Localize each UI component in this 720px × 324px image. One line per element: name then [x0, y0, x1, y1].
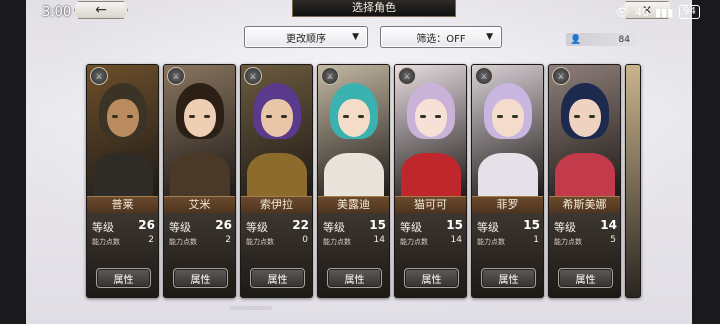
- count-value: 84: [618, 34, 630, 45]
- points-value: 2: [148, 235, 154, 245]
- level-value: 15: [523, 218, 540, 232]
- level-label: 等级: [246, 221, 268, 234]
- character-portrait[interactable]: ⚔: [164, 65, 235, 196]
- character-card[interactable]: ⚔ 艾米 等级 26 能力点数 2 属性: [163, 64, 236, 298]
- points-label: 能力点数: [477, 238, 505, 246]
- character-portrait[interactable]: ⚔: [472, 65, 543, 196]
- character-card[interactable]: ⚔ 希斯美娜 等级 14 能力点数 5 属性: [548, 64, 621, 298]
- points-label: 能力点数: [92, 238, 120, 246]
- character-portrait[interactable]: ⚔: [241, 65, 312, 196]
- level-label: 等级: [477, 221, 499, 234]
- level-label: 等级: [323, 221, 345, 234]
- scroll-indicator[interactable]: [230, 306, 272, 310]
- sort-dropdown[interactable]: 更改顺序 ▼: [244, 26, 368, 48]
- character-stats: 等级 26 能力点数 2 属性: [164, 213, 235, 297]
- character-card[interactable]: ⚔ 普莱 等级 26 能力点数 2 属性: [86, 64, 159, 298]
- class-badge-icon: ⚔: [167, 67, 185, 85]
- attribute-button[interactable]: 属性: [481, 268, 536, 288]
- character-portrait[interactable]: ⚔: [87, 65, 158, 196]
- chevron-down-icon: ▼: [352, 32, 359, 42]
- level-value: 26: [215, 218, 232, 232]
- points-value: 2: [225, 235, 231, 245]
- attribute-button[interactable]: 属性: [250, 268, 305, 288]
- character-card[interactable]: ⚔ 菲罗 等级 15 能力点数 1 属性: [471, 64, 544, 298]
- level-label: 等级: [92, 221, 114, 234]
- character-name: 美露迪: [318, 196, 389, 214]
- level-label: 等级: [400, 221, 422, 234]
- character-card[interactable]: ⚔ 猫可可 等级 15 能力点数 14 属性: [394, 64, 467, 298]
- level-value: 14: [600, 218, 617, 232]
- filter-label: 筛选：OFF: [416, 33, 466, 45]
- signal-label: 46: [635, 5, 650, 19]
- class-badge-icon: ⚔: [90, 67, 108, 85]
- character-portrait[interactable]: ⚔: [549, 65, 620, 196]
- character-stats: 等级 22 能力点数 0 属性: [241, 213, 312, 297]
- character-name: 普莱: [87, 196, 158, 214]
- level-value: 15: [446, 218, 463, 232]
- points-value: 0: [302, 235, 308, 245]
- points-label: 能力点数: [323, 238, 351, 246]
- character-card[interactable]: ⚔ 美露迪 等级 15 能力点数 14 属性: [317, 64, 390, 298]
- character-stats: 等级 26 能力点数 2 属性: [87, 213, 158, 297]
- signal-icon: ▮▮▮: [655, 5, 674, 19]
- points-value: 1: [533, 235, 539, 245]
- attribute-button[interactable]: 属性: [96, 268, 151, 288]
- attribute-button[interactable]: 属性: [404, 268, 459, 288]
- attribute-button[interactable]: 属性: [173, 268, 228, 288]
- level-value: 15: [369, 218, 386, 232]
- eye-icon: 👁: [615, 5, 630, 19]
- points-value: 5: [610, 235, 616, 245]
- points-value: 14: [450, 235, 462, 245]
- attribute-button[interactable]: 属性: [327, 268, 382, 288]
- battery-indicator: 94: [679, 5, 700, 19]
- character-name: 索伊拉: [241, 196, 312, 214]
- filter-dropdown[interactable]: 筛选：OFF ▼: [380, 26, 502, 48]
- character-stats: 等级 15 能力点数 14 属性: [318, 213, 389, 297]
- character-name: 希斯美娜: [549, 196, 620, 214]
- class-badge-icon: ⚔: [475, 67, 493, 85]
- level-value: 26: [138, 218, 155, 232]
- character-name: 猫可可: [395, 196, 466, 214]
- character-portrait[interactable]: ⚔: [318, 65, 389, 196]
- points-label: 能力点数: [554, 238, 582, 246]
- attribute-button[interactable]: 属性: [558, 268, 613, 288]
- class-badge-icon: ⚔: [321, 67, 339, 85]
- character-stats: 等级 14 能力点数 5 属性: [549, 213, 620, 297]
- level-label: 等级: [554, 221, 576, 234]
- clock: 3:00: [42, 5, 72, 20]
- points-label: 能力点数: [169, 238, 197, 246]
- character-name: 菲罗: [472, 196, 543, 214]
- character-stats: 等级 15 能力点数 14 属性: [395, 213, 466, 297]
- class-badge-icon: ⚔: [552, 67, 570, 85]
- user-icon: 👤: [570, 34, 582, 45]
- character-card-partial[interactable]: [625, 64, 641, 298]
- class-badge-icon: ⚔: [398, 67, 416, 85]
- character-list: ⚔ 普莱 等级 26 能力点数 2 属性 ⚔ 艾米 等级 26 能力点数 2 属…: [0, 0, 720, 324]
- character-name: 艾米: [164, 196, 235, 214]
- points-label: 能力点数: [246, 238, 274, 246]
- sort-label: 更改顺序: [286, 33, 326, 45]
- status-icons: 👁 46 ▮▮▮ 94: [615, 5, 700, 19]
- character-portrait[interactable]: ⚔: [395, 65, 466, 196]
- points-value: 14: [373, 235, 385, 245]
- chevron-down-icon: ▼: [486, 32, 493, 42]
- class-badge-icon: ⚔: [244, 67, 262, 85]
- character-card[interactable]: ⚔ 索伊拉 等级 22 能力点数 0 属性: [240, 64, 313, 298]
- character-stats: 等级 15 能力点数 1 属性: [472, 213, 543, 297]
- character-count: 👤 84: [566, 33, 638, 46]
- status-bar: 3:00 👁 46 ▮▮▮ 94: [0, 0, 720, 24]
- level-value: 22: [292, 218, 309, 232]
- level-label: 等级: [169, 221, 191, 234]
- points-label: 能力点数: [400, 238, 428, 246]
